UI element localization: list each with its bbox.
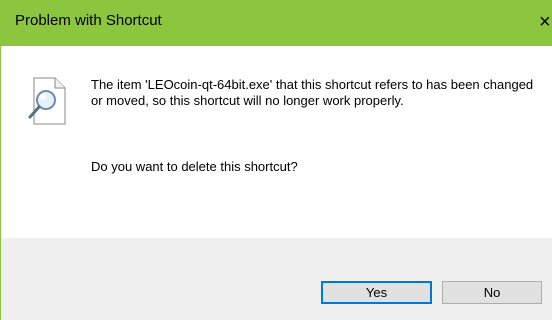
- problem-with-shortcut-dialog: Problem with Shortcut × The item 'LEOcoi…: [0, 0, 552, 320]
- dialog-title: Problem with Shortcut: [15, 12, 162, 29]
- yes-button[interactable]: Yes: [321, 281, 432, 304]
- shortcut-document-magnifier-icon: [28, 77, 66, 125]
- button-bar: [1, 238, 552, 320]
- dialog-message: The item 'LEOcoin-qt-64bit.exe' that thi…: [91, 77, 534, 108]
- title-bar[interactable]: Problem with Shortcut ×: [1, 0, 552, 46]
- dialog-question: Do you want to delete this shortcut?: [91, 159, 298, 174]
- close-icon[interactable]: ×: [539, 8, 552, 36]
- no-button[interactable]: No: [442, 281, 542, 304]
